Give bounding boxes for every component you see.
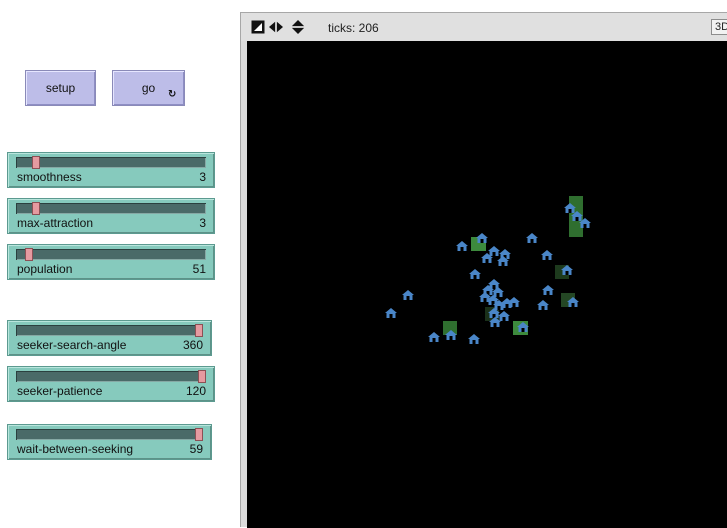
- world-canvas[interactable]: [247, 41, 727, 528]
- arrows-vertical-icon[interactable]: [291, 20, 305, 34]
- slider-label: wait-between-seeking: [17, 442, 134, 456]
- ticks-counter: ticks: 206: [328, 21, 379, 35]
- slider-value: 59: [189, 442, 203, 456]
- slider-smoothness[interactable]: smoothness 3: [7, 152, 215, 188]
- slider-track[interactable]: [16, 248, 206, 261]
- slider-population[interactable]: population 51: [7, 244, 215, 280]
- go-button[interactable]: go ↻: [112, 70, 185, 106]
- slider-value: 3: [199, 170, 206, 184]
- slider-knob[interactable]: [32, 202, 40, 215]
- slider-seeker-search-angle[interactable]: seeker-search-angle 360: [7, 320, 212, 356]
- slider-knob[interactable]: [198, 370, 206, 383]
- world-view-frame: ticks: 206 3D: [240, 12, 727, 528]
- slider-label: population: [17, 262, 73, 276]
- slider-track[interactable]: [16, 156, 206, 169]
- slider-track[interactable]: [16, 370, 206, 383]
- arrows-horizontal-icon[interactable]: [269, 20, 283, 34]
- forever-loop-icon: ↻: [168, 89, 177, 100]
- slider-knob[interactable]: [195, 428, 203, 441]
- slider-track[interactable]: [16, 428, 203, 441]
- slider-value: 51: [192, 262, 206, 276]
- setup-button[interactable]: setup: [25, 70, 96, 106]
- slider-wait-between-seeking[interactable]: wait-between-seeking 59: [7, 424, 212, 460]
- slider-label: max-attraction: [17, 216, 94, 230]
- slider-value: 3: [199, 216, 206, 230]
- slider-max-attraction[interactable]: max-attraction 3: [7, 198, 215, 234]
- slider-seeker-patience[interactable]: seeker-patience 120: [7, 366, 215, 402]
- edit-icon[interactable]: [251, 20, 265, 34]
- slider-track[interactable]: [16, 324, 203, 337]
- slider-value: 120: [185, 384, 206, 398]
- 3d-view-button[interactable]: 3D: [711, 19, 727, 35]
- setup-label: setup: [45, 81, 76, 95]
- slider-label: smoothness: [17, 170, 82, 184]
- slider-track[interactable]: [16, 202, 206, 215]
- slider-knob[interactable]: [25, 248, 33, 261]
- slider-label: seeker-patience: [17, 384, 103, 398]
- slider-knob[interactable]: [195, 324, 203, 337]
- world-patches-and-turtles: [385, 196, 591, 344]
- slider-label: seeker-search-angle: [17, 338, 127, 352]
- slider-value: 360: [182, 338, 203, 352]
- slider-knob[interactable]: [32, 156, 40, 169]
- view-toolbar: ticks: 206 3D: [241, 13, 727, 41]
- go-label: go: [141, 81, 156, 95]
